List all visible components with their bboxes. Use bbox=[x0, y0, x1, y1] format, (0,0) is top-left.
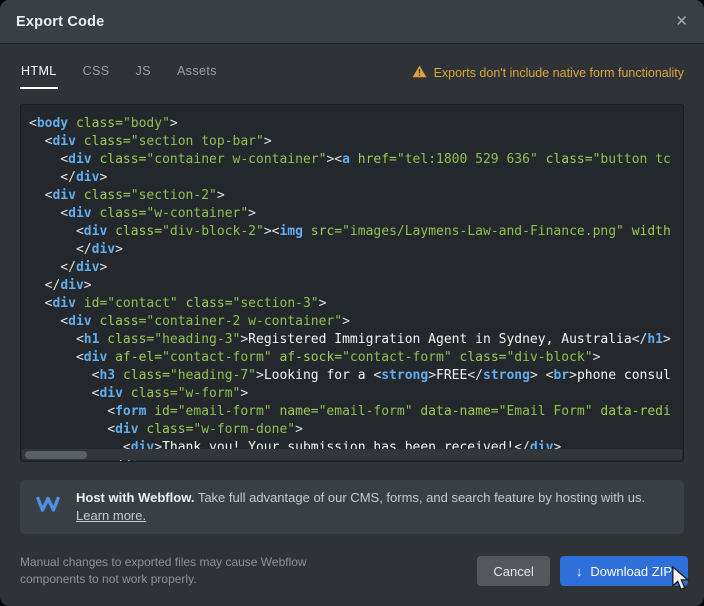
form-functionality-warning: Exports don't include native form functi… bbox=[412, 65, 684, 81]
code-line: <div class="w-form"> bbox=[29, 385, 683, 403]
code-line: <div class="section top-bar"> bbox=[29, 133, 683, 151]
tab-assets[interactable]: Assets bbox=[176, 58, 218, 89]
code-line: </div> bbox=[29, 241, 683, 259]
tab-js[interactable]: JS bbox=[135, 58, 152, 89]
code-line: <h3 class="heading-7">Looking for a <str… bbox=[29, 367, 683, 385]
export-code-dialog: Export Code ✕ HTML CSS JS Assets Exports… bbox=[0, 0, 704, 606]
tab-css[interactable]: CSS bbox=[82, 58, 111, 89]
code-line: </div> bbox=[29, 259, 683, 277]
code-line: <div class="section-2"> bbox=[29, 187, 683, 205]
download-label: Download ZIP bbox=[590, 564, 672, 579]
code-line: <form id="email-form" name="email-form" … bbox=[29, 403, 683, 421]
code-line: <div id="contact" class="section-3"> bbox=[29, 295, 683, 313]
code-line: <div class="w-container"> bbox=[29, 205, 683, 223]
footer-disclaimer: Manual changes to exported files may cau… bbox=[20, 554, 307, 588]
code-line: <div class="container w-container"><a hr… bbox=[29, 151, 683, 169]
code-line: <h1 class="heading-3">Registered Immigra… bbox=[29, 331, 683, 349]
banner-bold-text: Host with Webflow. bbox=[76, 490, 194, 505]
download-zip-button[interactable]: ↓ Download ZIP bbox=[560, 556, 688, 586]
learn-more-link[interactable]: Learn more. bbox=[76, 508, 146, 523]
code-line: </div> bbox=[29, 277, 683, 295]
code-line: <div class="container-2 w-container"> bbox=[29, 313, 683, 331]
code-line: <body class="body"> bbox=[29, 115, 683, 133]
cancel-button[interactable]: Cancel bbox=[477, 556, 549, 586]
code-editor[interactable]: <body class="body"> <div class="section … bbox=[20, 104, 684, 462]
disclaimer-line-2: components to not work properly. bbox=[20, 571, 307, 588]
disclaimer-line-1: Manual changes to exported files may cau… bbox=[20, 554, 307, 571]
tab-html[interactable]: HTML bbox=[20, 58, 58, 89]
code-content: <body class="body"> <div class="section … bbox=[21, 105, 683, 462]
code-line: <div class="w-form-done"> bbox=[29, 421, 683, 439]
horizontal-scrollbar[interactable] bbox=[22, 449, 682, 460]
webflow-logo-icon bbox=[36, 496, 60, 518]
banner-body-text: Take full advantage of our CMS, forms, a… bbox=[194, 490, 645, 505]
scrollbar-thumb[interactable] bbox=[25, 451, 87, 459]
download-icon: ↓ bbox=[576, 564, 583, 579]
dialog-title: Export Code bbox=[16, 14, 104, 30]
warning-triangle-icon bbox=[412, 65, 427, 81]
warning-text: Exports don't include native form functi… bbox=[434, 66, 684, 80]
dialog-header: Export Code ✕ bbox=[0, 0, 704, 44]
host-with-webflow-banner: Host with Webflow. Take full advantage o… bbox=[20, 480, 684, 534]
code-line: <div af-el="contact-form" af-sock="conta… bbox=[29, 349, 683, 367]
footer-buttons: Cancel ↓ Download ZIP bbox=[477, 556, 688, 586]
code-line: </div> bbox=[29, 169, 683, 187]
code-line: <div class="div-block-2"><img src="image… bbox=[29, 223, 683, 241]
banner-text: Host with Webflow. Take full advantage o… bbox=[76, 489, 645, 525]
tab-bar: HTML CSS JS Assets Exports don't include… bbox=[20, 56, 684, 90]
close-icon[interactable]: ✕ bbox=[675, 14, 688, 29]
